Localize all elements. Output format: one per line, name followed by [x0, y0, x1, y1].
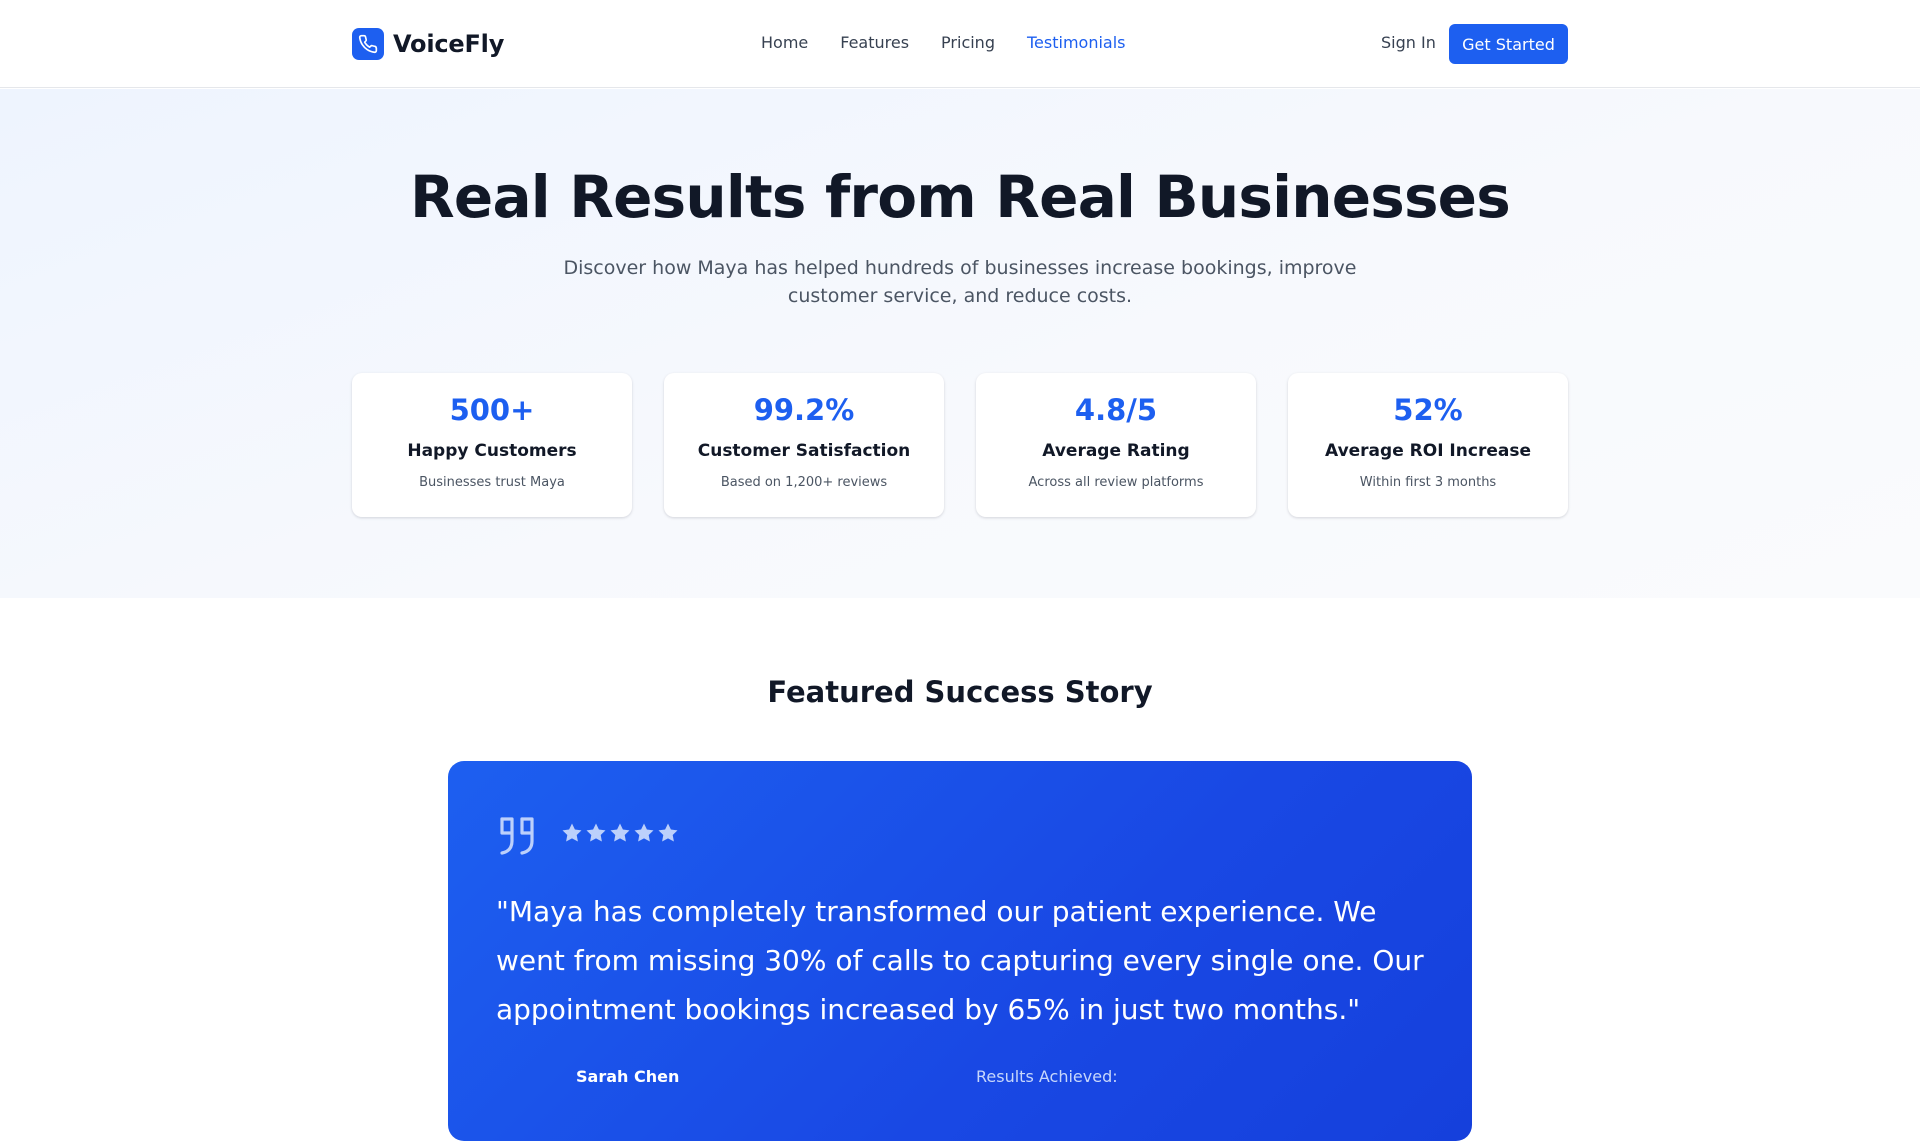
star-icon	[562, 823, 582, 842]
stat-description: Businesses trust Maya	[419, 475, 565, 490]
featured-section-title: Featured Success Story	[767, 675, 1153, 709]
main-nav: Home Features Pricing Testimonials	[761, 33, 1125, 52]
stat-description: Based on 1,200+ reviews	[720, 475, 888, 490]
star-icon	[610, 823, 630, 842]
star-icon	[586, 823, 606, 842]
stat-description: Across all review platforms	[1028, 475, 1204, 490]
stat-label: Customer Satisfaction	[697, 441, 911, 461]
hero-section: Real Results from Real Businesses Discov…	[0, 89, 1920, 598]
stat-card-roi: 52% Average ROI Increase Within first 3 …	[1288, 373, 1568, 517]
stat-label: Happy Customers	[407, 441, 577, 461]
phone-icon	[352, 28, 384, 60]
stat-value: 4.8/5	[1074, 393, 1158, 427]
stat-card-customers: 500+ Happy Customers Businesses trust Ma…	[352, 373, 632, 517]
hero-title: Real Results from Real Businesses	[410, 163, 1511, 231]
nav-link-home[interactable]: Home	[761, 33, 808, 52]
testimonial-quote: "Maya has completely transformed our pat…	[496, 895, 1424, 1026]
nav-link-pricing[interactable]: Pricing	[941, 33, 995, 52]
brand-logo[interactable]: VoiceFly	[352, 28, 504, 60]
star-rating	[560, 821, 680, 845]
get-started-button[interactable]: Get Started	[1449, 24, 1568, 64]
nav-link-testimonials[interactable]: Testimonials	[1027, 33, 1126, 52]
hero-subtitle: Discover how Maya has helped hundreds of…	[563, 257, 1357, 307]
site-header: VoiceFly Home Features Pricing Testimoni…	[0, 0, 1920, 88]
stats-row: 500+ Happy Customers Businesses trust Ma…	[352, 373, 1568, 517]
stat-value: 500+	[449, 393, 535, 427]
stat-card-rating: 4.8/5 Average Rating Across all review p…	[976, 373, 1256, 517]
sign-in-link[interactable]: Sign In	[1381, 33, 1436, 52]
results-label: Results Achieved:	[976, 1067, 1118, 1086]
stat-label: Average ROI Increase	[1325, 441, 1531, 461]
star-icon	[658, 823, 678, 842]
stat-value: 99.2%	[753, 393, 855, 427]
brand-name: VoiceFly	[393, 30, 505, 58]
stat-description: Within first 3 months	[1359, 475, 1497, 490]
star-icon	[634, 823, 654, 842]
quote-icon	[500, 817, 534, 855]
nav-link-features[interactable]: Features	[840, 33, 909, 52]
stat-value: 52%	[1393, 393, 1463, 427]
stat-label: Average Rating	[1042, 441, 1190, 461]
featured-story-card: "Maya has completely transformed our pat…	[448, 761, 1472, 1141]
author-name: Sarah Chen	[576, 1067, 680, 1086]
stat-card-satisfaction: 99.2% Customer Satisfaction Based on 1,2…	[664, 373, 944, 517]
